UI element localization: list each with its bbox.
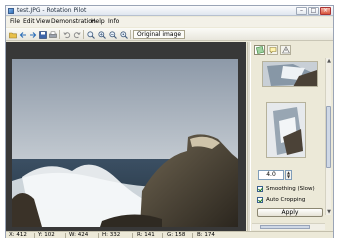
app-icon [8, 8, 14, 14]
image-canvas[interactable] [6, 42, 246, 231]
spin-down-icon[interactable]: ▼ [286, 175, 291, 179]
close-button[interactable]: × [320, 7, 331, 15]
menu-bar: File Edit View Demonstration Help Info [6, 17, 333, 27]
status-separator [132, 233, 133, 238]
menu-edit[interactable]: Edit [23, 18, 35, 26]
menu-file[interactable]: File [10, 18, 20, 26]
angle-spinner[interactable]: ▲ ▼ [285, 170, 292, 180]
toolbar-separator [59, 30, 60, 39]
redo-icon[interactable] [72, 30, 81, 39]
toolbar-separator [83, 30, 84, 39]
original-image-button[interactable]: Original image [133, 30, 186, 39]
speech-bubble-icon[interactable] [267, 45, 278, 55]
zoom-fit-icon[interactable] [86, 30, 95, 39]
status-separator [162, 233, 163, 238]
scroll-up-arrow-icon[interactable]: ▲ [326, 58, 332, 64]
zoom-actual-icon[interactable] [119, 30, 128, 39]
rotation-side-panel: ▲ ▼ 4.0 ▲ ▼ Smoothing (Slow) Auto Croppi… [252, 42, 333, 231]
smoothing-option[interactable]: Smoothing (Slow) [257, 184, 315, 193]
back-arrow-icon[interactable] [18, 30, 27, 39]
status-green: G: 158 [167, 232, 186, 238]
scrollbar-thumb[interactable] [326, 106, 331, 168]
apply-button[interactable]: Apply [257, 208, 323, 217]
status-y: Y: 102 [38, 232, 55, 238]
menu-help[interactable]: Help [91, 18, 105, 26]
print-icon[interactable] [48, 30, 57, 39]
status-width: W: 424 [69, 232, 89, 238]
undo-icon[interactable] [62, 30, 71, 39]
menu-view[interactable]: View [36, 18, 50, 26]
title-bar[interactable]: test.JPG - Rotation Pilot – □ × [6, 6, 333, 16]
toolbar: Original image [6, 28, 333, 41]
warning-triangle-icon[interactable] [280, 45, 291, 55]
zoom-in-icon[interactable] [97, 30, 106, 39]
maximize-button[interactable]: □ [308, 7, 319, 15]
preview-thumbnail-bottom [266, 102, 306, 158]
app-window: test.JPG - Rotation Pilot – □ × File Edi… [5, 5, 334, 238]
open-folder-icon[interactable] [8, 30, 17, 39]
menu-demonstration[interactable]: Demonstration [51, 18, 96, 26]
save-icon[interactable] [38, 30, 47, 39]
forward-arrow-icon[interactable] [28, 30, 37, 39]
status-separator [65, 233, 66, 238]
window-title: test.JPG - Rotation Pilot [17, 7, 87, 14]
minimize-button[interactable]: – [296, 7, 307, 15]
status-height: H: 332 [102, 232, 121, 238]
photo-preview [12, 59, 238, 227]
rotate-tool-icon[interactable] [254, 45, 265, 55]
horizontal-scrollbar-thumb[interactable] [260, 225, 310, 229]
zoom-out-icon[interactable] [108, 30, 117, 39]
status-separator [34, 233, 35, 238]
status-x: X: 412 [9, 232, 27, 238]
status-separator [192, 233, 193, 238]
auto-cropping-option[interactable]: Auto Cropping [257, 195, 305, 204]
seascape-photo [12, 59, 238, 227]
smoothing-label: Smoothing (Slow) [266, 185, 315, 192]
menu-info[interactable]: Info [108, 18, 119, 26]
status-separator [98, 233, 99, 238]
scroll-down-arrow-icon[interactable]: ▼ [326, 209, 332, 215]
toolbar-separator [130, 30, 131, 39]
rotation-angle-input[interactable]: 4.0 [258, 170, 284, 180]
status-blue: B: 174 [197, 232, 215, 238]
auto-cropping-checkbox[interactable] [257, 196, 263, 203]
side-panel-scrollbar[interactable]: ▲ ▼ [325, 58, 331, 215]
smoothing-checkbox[interactable] [257, 185, 263, 192]
panel-splitter[interactable] [247, 42, 251, 231]
side-panel-horizontal-scrollbar[interactable] [252, 223, 325, 230]
status-red: R: 141 [137, 232, 155, 238]
status-bar: X: 412 Y: 102 W: 424 H: 332 R: 141 G: 15… [6, 231, 333, 238]
preview-thumbnail-top [262, 61, 318, 87]
auto-cropping-label: Auto Cropping [266, 196, 306, 203]
